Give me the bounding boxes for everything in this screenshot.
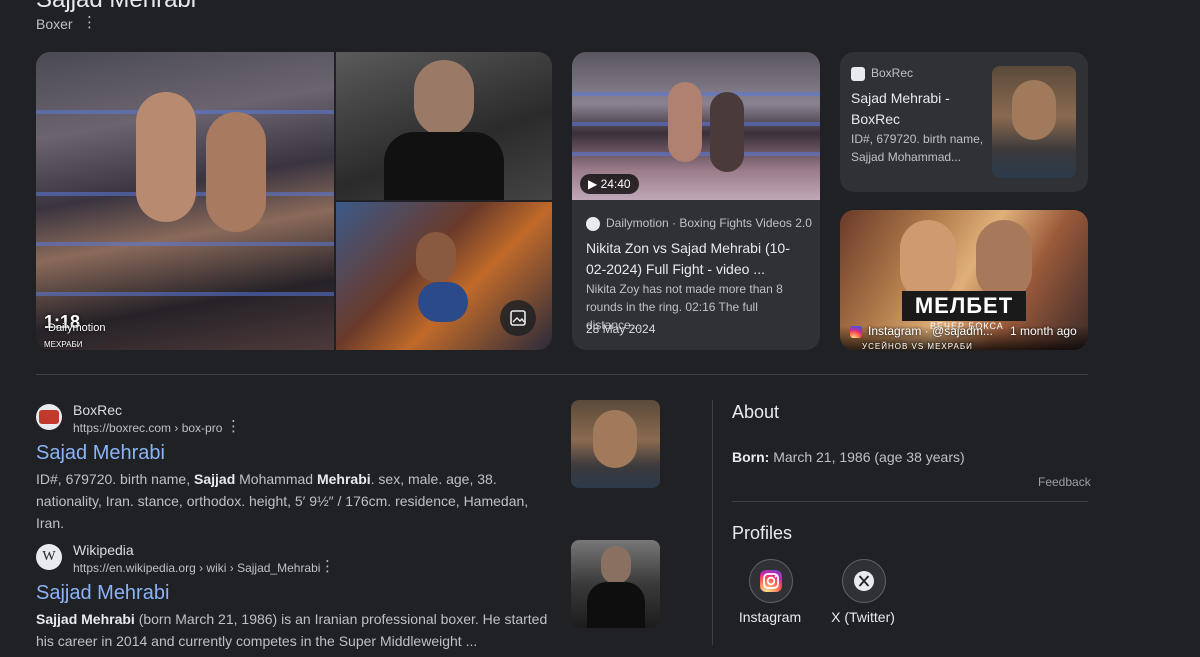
boxing-fight-image[interactable] — [36, 52, 334, 350]
section-divider — [36, 374, 1088, 375]
result-url[interactable]: https://en.wikipedia.org › wiki › Sajjad… — [73, 561, 320, 575]
result-snippet: Sajjad Mehrabi (born March 21, 1986) is … — [36, 611, 548, 649]
instagram-profile-button[interactable] — [749, 559, 793, 603]
knowledge-panel-title: Sajjad Mehrabi — [36, 0, 196, 14]
wikipedia-favicon: W — [36, 544, 62, 570]
boxrec-card-photo — [992, 66, 1076, 178]
result-more-icon[interactable]: ⋮ — [320, 559, 335, 574]
instagram-profile-label[interactable]: Instagram — [720, 609, 820, 625]
x-profile-label[interactable]: X (Twitter) — [813, 609, 913, 625]
image-icon — [510, 310, 526, 326]
video-source: Dailymotion · Boxing Fights Videos 2.0 — [586, 216, 812, 231]
result-site-name[interactable]: Wikipedia — [73, 542, 134, 558]
about-divider — [732, 501, 1088, 502]
x-profile-button[interactable] — [842, 559, 886, 603]
image-source-label: Dailymotion — [48, 322, 106, 334]
result-site-name[interactable]: BoxRec — [73, 402, 122, 418]
play-icon: ▶ — [588, 177, 598, 191]
result-snippet: ID#, 679720. birth name, Sajjad Mohammad… — [36, 471, 529, 531]
view-images-button[interactable] — [500, 300, 536, 336]
result-thumbnail[interactable] — [571, 540, 660, 628]
result-title[interactable]: Sajjad Mehrabi — [36, 582, 169, 605]
knowledge-panel-subtitle: Boxer — [36, 16, 73, 32]
more-options-icon[interactable]: ⋮ — [82, 15, 97, 30]
feedback-link[interactable]: Feedback — [1038, 475, 1091, 489]
instagram-source: Instagram · @sajadm... — [850, 324, 993, 338]
video-date: 28 May 2024 — [586, 322, 656, 336]
born-fact: Born: March 21, 1986 (age 38 years) — [732, 449, 965, 465]
video-duration-badge: ▶ 24:40 — [580, 174, 639, 194]
poster-bottom-text: УСЕЙНОВ VS МЕХРАБИ — [862, 342, 973, 351]
video-title[interactable]: Nikita Zon vs Sajad Mehrabi (10-02-2024)… — [586, 238, 808, 280]
poster-brand-text: МЕЛБЕТ — [902, 291, 1026, 321]
result-thumbnail[interactable] — [571, 400, 660, 488]
boxrec-card-source: BoxRec — [851, 66, 913, 81]
about-heading: About — [732, 402, 780, 422]
result-title[interactable]: Sajad Mehrabi — [36, 442, 165, 465]
boxrec-favicon — [36, 404, 62, 430]
profiles-heading: Profiles — [732, 523, 793, 543]
boxrec-logo-icon — [851, 66, 865, 81]
boxrec-card-snippet: ID#, 679720. birth name, Sajjad Mohammad… — [851, 132, 984, 164]
boxrec-card-title[interactable]: Sajad Mehrabi - BoxRec — [851, 88, 981, 130]
column-divider — [712, 400, 713, 645]
result-url[interactable]: https://boxrec.com › box-pro — [73, 421, 222, 435]
instagram-small-icon — [850, 325, 862, 338]
result-more-icon[interactable]: ⋮ — [226, 419, 241, 434]
x-icon — [854, 571, 874, 591]
instagram-post-age: 1 month ago — [1010, 324, 1077, 338]
dailymotion-icon — [586, 216, 600, 231]
instagram-icon — [760, 570, 782, 592]
portrait-image[interactable] — [336, 52, 552, 200]
video-caption-overlay: МЕХРАБИ — [44, 340, 83, 349]
